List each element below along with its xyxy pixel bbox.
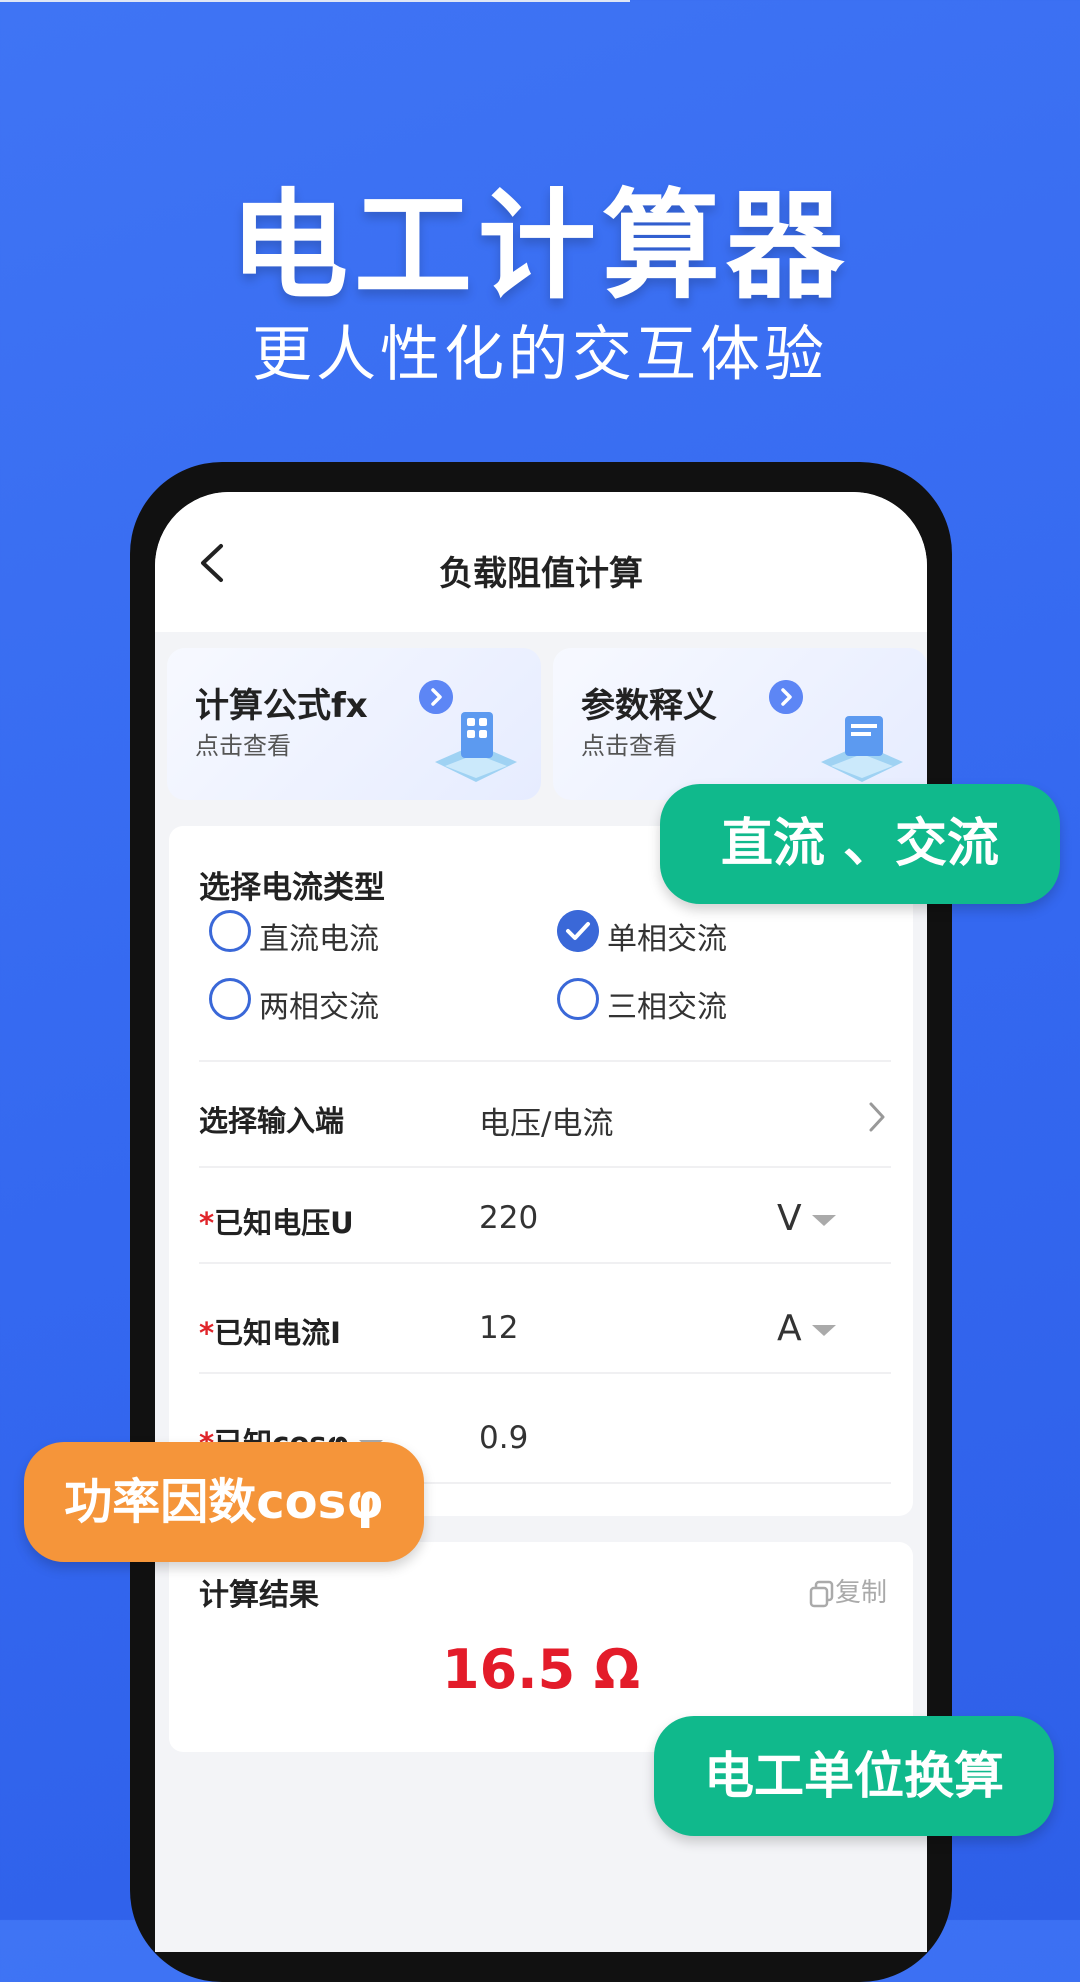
promo-title: 电工计算器: [229, 177, 850, 315]
feature-tag-unit-conversion: 电工单位换算: [654, 1716, 1054, 1836]
formula-card-sub: 点击查看: [195, 732, 291, 760]
nav-bar: 负载阻值计算: [155, 492, 927, 632]
input-side-value[interactable]: 电压/电流: [479, 1098, 613, 1143]
current-label-text: 已知电流I: [214, 1316, 341, 1350]
check-circle-icon: [557, 910, 599, 952]
current-label: *已知电流I: [199, 1310, 341, 1352]
divider: [199, 1262, 891, 1264]
feature-tag-power-factor: 功率因数cosφ: [24, 1442, 424, 1562]
voltage-label-text: 已知电压U: [214, 1206, 354, 1240]
input-side-label: 选择输入端: [199, 1104, 345, 1138]
promo-subtitle: 更人性化的交互体验: [252, 320, 828, 390]
formula-card[interactable]: 计算公式fx 点击查看: [167, 648, 541, 800]
caret-down-icon: [811, 1324, 836, 1336]
formula-card-title: 计算公式fx: [195, 686, 368, 726]
radio-label: 三相交流: [607, 990, 727, 1025]
radio-label: 单相交流: [607, 922, 727, 957]
result-value: 16.5 Ω: [442, 1638, 640, 1701]
voltage-input[interactable]: 220: [479, 1200, 538, 1236]
chevron-right-icon[interactable]: [867, 1100, 887, 1134]
current-type-label: 选择电流类型: [199, 870, 385, 906]
copy-button[interactable]: 复制: [809, 1572, 887, 1609]
input-form: 选择电流类型 直流电流 单相交流 两相交流 三相交流 选择输入端 电压/电流 *…: [169, 826, 913, 1516]
params-card-title: 参数释义: [581, 686, 717, 726]
copy-icon: [809, 1580, 834, 1607]
voltage-unit-select[interactable]: V: [777, 1198, 836, 1239]
status-bar-strip: [0, 0, 630, 2]
radio-circle-icon: [209, 910, 251, 952]
voltage-unit: V: [777, 1198, 802, 1239]
document-illustration-icon: [821, 716, 903, 782]
divider: [199, 1060, 891, 1062]
voltage-label: *已知电压U: [199, 1200, 354, 1242]
current-input[interactable]: 12: [479, 1310, 518, 1346]
required-star: *: [199, 1206, 215, 1240]
copy-label: 复制: [834, 1578, 887, 1608]
cos-input[interactable]: 0.9: [479, 1420, 528, 1456]
radio-circle-icon: [557, 978, 599, 1020]
radio-label: 直流电流: [259, 922, 379, 957]
page-title: 负载阻值计算: [439, 554, 643, 594]
radio-circle-icon: [209, 978, 251, 1020]
required-star: *: [199, 1316, 215, 1350]
current-unit-select[interactable]: A: [777, 1308, 836, 1349]
current-unit: A: [777, 1308, 802, 1349]
feature-tag-dc-ac: 直流 、交流: [660, 784, 1060, 904]
calculator-illustration-icon: [435, 712, 517, 782]
divider: [199, 1166, 891, 1168]
divider: [199, 1372, 891, 1374]
result-title: 计算结果: [199, 1578, 319, 1613]
radio-label: 两相交流: [259, 990, 379, 1025]
params-card[interactable]: 参数释义 点击查看: [553, 648, 927, 800]
caret-down-icon: [811, 1214, 836, 1226]
params-card-sub: 点击查看: [581, 732, 677, 760]
chevron-right-icon: [769, 680, 803, 714]
